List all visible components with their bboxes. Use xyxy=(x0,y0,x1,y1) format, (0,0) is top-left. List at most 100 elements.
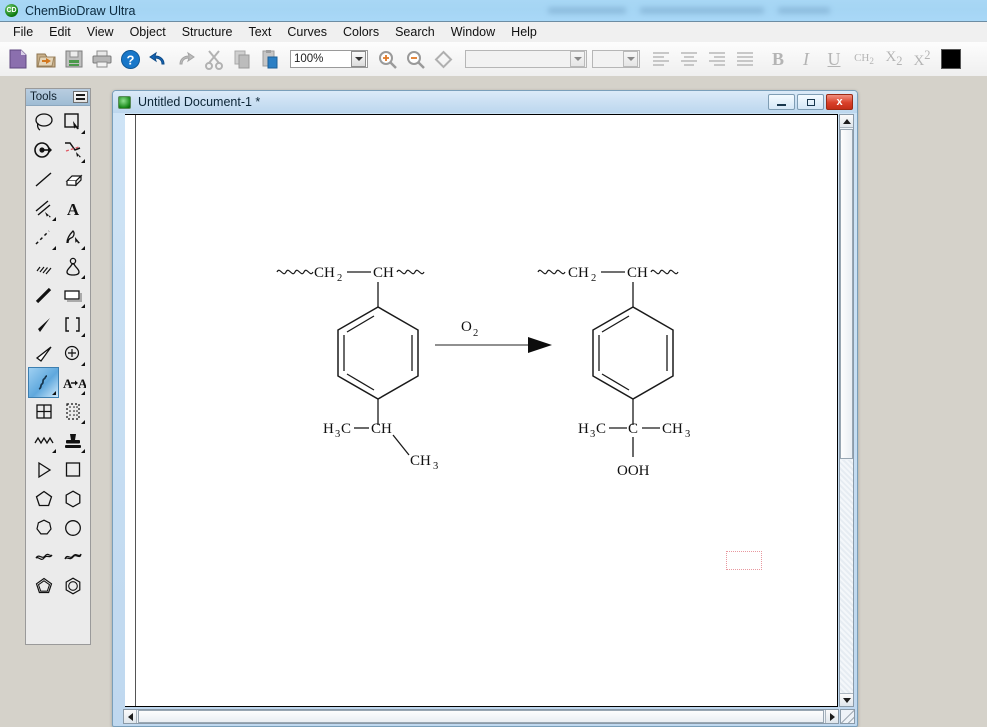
zoom-out-icon[interactable] xyxy=(402,46,428,72)
menu-window[interactable]: Window xyxy=(443,23,503,41)
menu-view[interactable]: View xyxy=(79,23,122,41)
diamond-shape-icon[interactable] xyxy=(430,46,456,72)
vertical-scroll-thumb[interactable] xyxy=(840,129,853,459)
menu-curves[interactable]: Curves xyxy=(279,23,335,41)
maximize-button[interactable] xyxy=(797,94,824,110)
vertical-scroll-track[interactable] xyxy=(840,460,853,693)
menu-structure[interactable]: Structure xyxy=(174,23,241,41)
pentagon-tool[interactable] xyxy=(29,484,58,513)
superscript-button[interactable]: X2 xyxy=(909,46,935,72)
chembiodraw-logo-icon: CD xyxy=(5,4,18,17)
menu-colors[interactable]: Colors xyxy=(335,23,387,41)
ooh-selection-box[interactable] xyxy=(726,551,762,570)
orbital-tool[interactable] xyxy=(58,339,87,368)
align-justify-icon[interactable] xyxy=(732,46,758,72)
close-button[interactable]: x xyxy=(826,94,853,110)
eraser-dash-tool[interactable] xyxy=(58,136,87,165)
menu-text[interactable]: Text xyxy=(240,23,279,41)
hashed-bond-tool[interactable] xyxy=(29,252,58,281)
menu-help[interactable]: Help xyxy=(503,23,545,41)
wave-ribbon-tool[interactable] xyxy=(58,542,87,571)
zoom-in-icon[interactable] xyxy=(374,46,400,72)
bold-bond-tool[interactable] xyxy=(29,281,58,310)
marquee-select-tool[interactable] xyxy=(58,107,87,136)
tools-palette: Tools A A A xyxy=(25,88,91,645)
cyclopentadiene-tool[interactable] xyxy=(29,571,58,600)
dashed-bond-tool[interactable] xyxy=(29,223,58,252)
bracket-tool[interactable] xyxy=(58,310,87,339)
text-tool[interactable]: A xyxy=(58,194,87,223)
font-combo[interactable] xyxy=(465,50,587,68)
scroll-right-icon[interactable] xyxy=(825,710,838,723)
lasso-select-tool[interactable] xyxy=(29,107,58,136)
align-left-icon[interactable] xyxy=(648,46,674,72)
pattern-fill-tool[interactable] xyxy=(58,397,87,426)
color-swatch-button[interactable] xyxy=(938,46,964,72)
subscript-button[interactable]: X2 xyxy=(881,46,907,72)
help-icon[interactable]: ? xyxy=(117,46,143,72)
drawing-canvas[interactable]: CH 2 CH H 3 C CH CH 3 O 2 CH 2 CH H 3 C … xyxy=(125,114,838,707)
heptagon-tool[interactable] xyxy=(29,513,58,542)
benzene-ring-tool[interactable] xyxy=(58,571,87,600)
flask-tool[interactable] xyxy=(58,252,87,281)
tools-palette-header[interactable]: Tools xyxy=(26,89,90,106)
resize-grip-icon[interactable] xyxy=(840,709,855,724)
font-size-combo[interactable] xyxy=(592,50,640,68)
square-tool[interactable] xyxy=(58,455,87,484)
redo-icon[interactable] xyxy=(173,46,199,72)
open-document-icon[interactable] xyxy=(33,46,59,72)
polymer-chain-tool[interactable] xyxy=(29,426,58,455)
document-titlebar[interactable]: Untitled Document-1 * x xyxy=(113,91,857,113)
copy-icon[interactable] xyxy=(229,46,255,72)
triangle-tool[interactable] xyxy=(29,455,58,484)
cut-icon[interactable] xyxy=(201,46,227,72)
zoom-value: 100% xyxy=(294,53,324,65)
canvas-vertical-scrollbar[interactable] xyxy=(839,114,854,707)
align-right-icon[interactable] xyxy=(704,46,730,72)
new-document-icon[interactable] xyxy=(5,46,31,72)
menu-search[interactable]: Search xyxy=(387,23,443,41)
bold-button[interactable]: B xyxy=(765,46,791,72)
multiple-bond-tool[interactable] xyxy=(29,194,58,223)
circle-tool[interactable] xyxy=(58,513,87,542)
grip-handle-icon[interactable] xyxy=(73,91,88,103)
chevron-down-icon[interactable] xyxy=(351,51,366,67)
menu-file[interactable]: File xyxy=(5,23,41,41)
chain-squiggle-tool[interactable] xyxy=(28,367,59,398)
menu-edit[interactable]: Edit xyxy=(41,23,79,41)
rectangle-tool[interactable] xyxy=(58,281,87,310)
hollow-wedge-tool[interactable] xyxy=(29,339,58,368)
italic-button[interactable]: I xyxy=(793,46,819,72)
stamp-tool[interactable] xyxy=(58,426,87,455)
reaction-scheme[interactable]: CH 2 CH H 3 C CH CH 3 O 2 CH 2 CH H 3 C … xyxy=(125,115,838,707)
pen-tool[interactable] xyxy=(58,223,87,252)
table-tool[interactable] xyxy=(29,397,58,426)
minimize-button[interactable] xyxy=(768,94,795,110)
zoom-combo[interactable]: 100% xyxy=(290,50,368,68)
solid-bond-tool[interactable] xyxy=(29,165,58,194)
chevron-down-icon[interactable] xyxy=(570,51,585,67)
chevron-down-icon[interactable] xyxy=(623,51,638,67)
scroll-left-icon[interactable] xyxy=(124,710,137,723)
ribbon-tool[interactable] xyxy=(29,542,58,571)
canvas-horizontal-scrollbar[interactable] xyxy=(123,709,839,724)
wedge-bond-tool[interactable] xyxy=(29,310,58,339)
horizontal-scroll-thumb[interactable] xyxy=(138,710,824,723)
app-titlebar[interactable]: CD ChemBioDraw Ultra xyxy=(0,0,987,22)
product-ch-label: CH xyxy=(627,265,648,281)
atom-replace-tool[interactable]: AA xyxy=(58,368,87,397)
hexagon-tool[interactable] xyxy=(58,484,87,513)
scroll-down-icon[interactable] xyxy=(840,693,853,706)
formula-button[interactable]: CH2 xyxy=(849,46,879,72)
rotate-tool[interactable] xyxy=(29,136,58,165)
menu-object[interactable]: Object xyxy=(122,23,174,41)
reactant-center-ch-label: CH xyxy=(371,421,392,437)
scroll-up-icon[interactable] xyxy=(840,115,853,128)
paste-icon[interactable] xyxy=(257,46,283,72)
undo-icon[interactable] xyxy=(145,46,171,72)
eraser-tool[interactable] xyxy=(58,165,87,194)
save-document-icon[interactable] xyxy=(61,46,87,72)
align-center-icon[interactable] xyxy=(676,46,702,72)
underline-button[interactable]: U xyxy=(821,46,847,72)
print-icon[interactable] xyxy=(89,46,115,72)
